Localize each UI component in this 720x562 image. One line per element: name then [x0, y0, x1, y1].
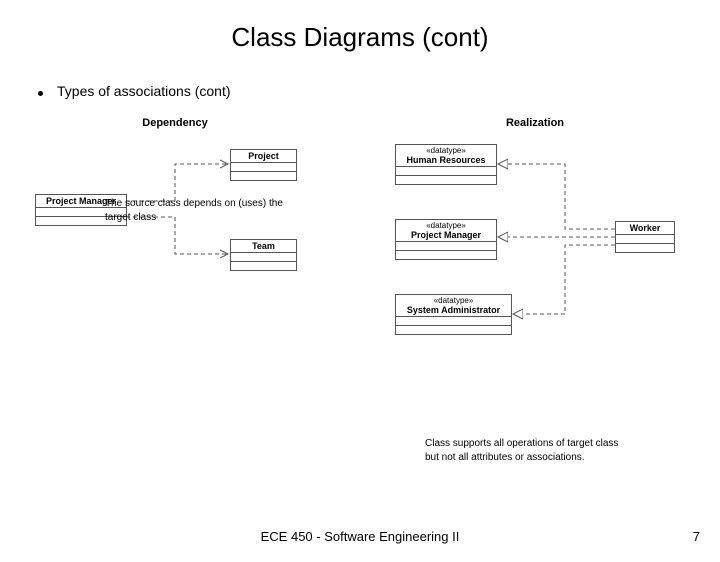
- uml-class-sa: «datatype» System Administrator: [395, 294, 512, 335]
- uml-class-name: Team: [252, 241, 275, 251]
- dependency-connectors: [0, 139, 350, 329]
- uml-class-name: Worker: [630, 223, 661, 233]
- uml-class-name: Project: [248, 151, 279, 161]
- uml-class-team: Team: [230, 239, 297, 271]
- bullet-dot: [38, 91, 43, 96]
- bullet-line: Types of associations (cont): [38, 83, 720, 99]
- realization-diagram: «datatype» Human Resources «datatype» Pr…: [350, 139, 720, 359]
- dependency-heading: Dependency: [0, 117, 350, 129]
- dependency-caption: The source class depends on (uses) the t…: [105, 197, 285, 224]
- footer-text: ECE 450 - Software Engineering II: [0, 529, 720, 544]
- realization-heading: Realization: [350, 117, 720, 129]
- page-number: 7: [693, 529, 700, 544]
- uml-class-worker: Worker: [615, 221, 675, 253]
- uml-class-hr: «datatype» Human Resources: [395, 144, 497, 185]
- uml-class-project: Project: [230, 149, 297, 181]
- uml-class-name: Project Manager: [411, 230, 481, 240]
- uml-class-name: Human Resources: [406, 155, 485, 165]
- realization-caption: Class supports all operations of target …: [425, 437, 625, 464]
- uml-class-pm: «datatype» Project Manager: [395, 219, 497, 260]
- uml-stereotype: «datatype»: [399, 296, 508, 305]
- bullet-text: Types of associations (cont): [57, 83, 231, 99]
- dependency-diagram: Project Manager Project Team: [0, 139, 350, 329]
- slide-title: Class Diagrams (cont): [0, 22, 720, 53]
- uml-class-name: System Administrator: [407, 305, 500, 315]
- uml-stereotype: «datatype»: [399, 221, 493, 230]
- uml-stereotype: «datatype»: [399, 146, 493, 155]
